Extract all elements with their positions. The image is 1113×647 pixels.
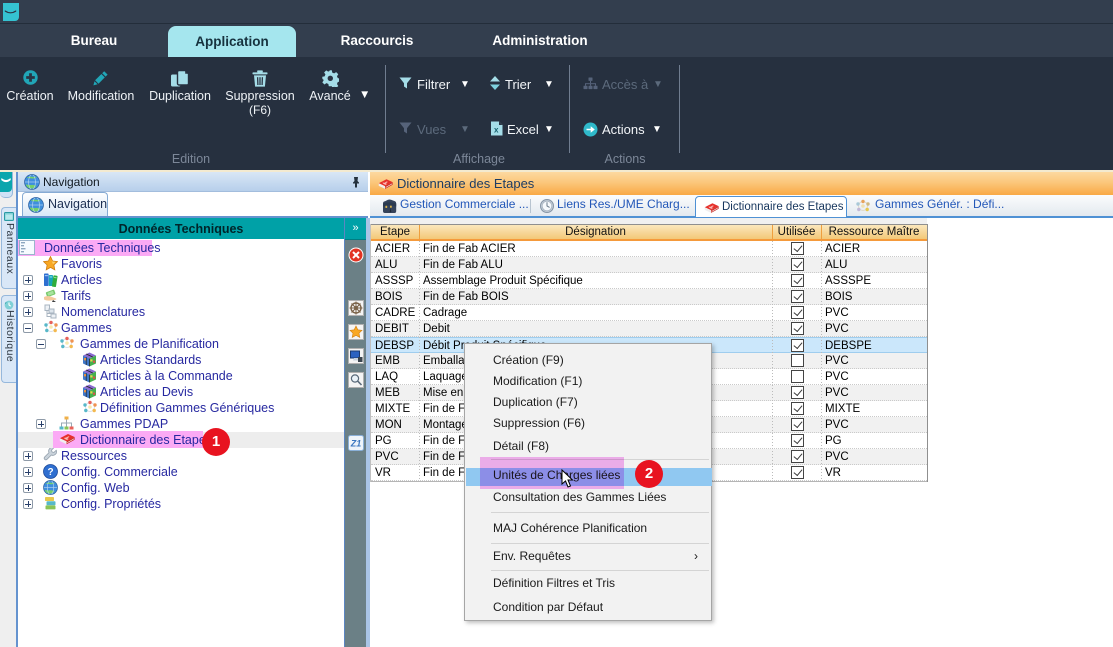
- svg-text:?: ?: [47, 467, 53, 478]
- svg-text:Z1: Z1: [350, 439, 362, 449]
- svg-text:x: x: [494, 126, 499, 135]
